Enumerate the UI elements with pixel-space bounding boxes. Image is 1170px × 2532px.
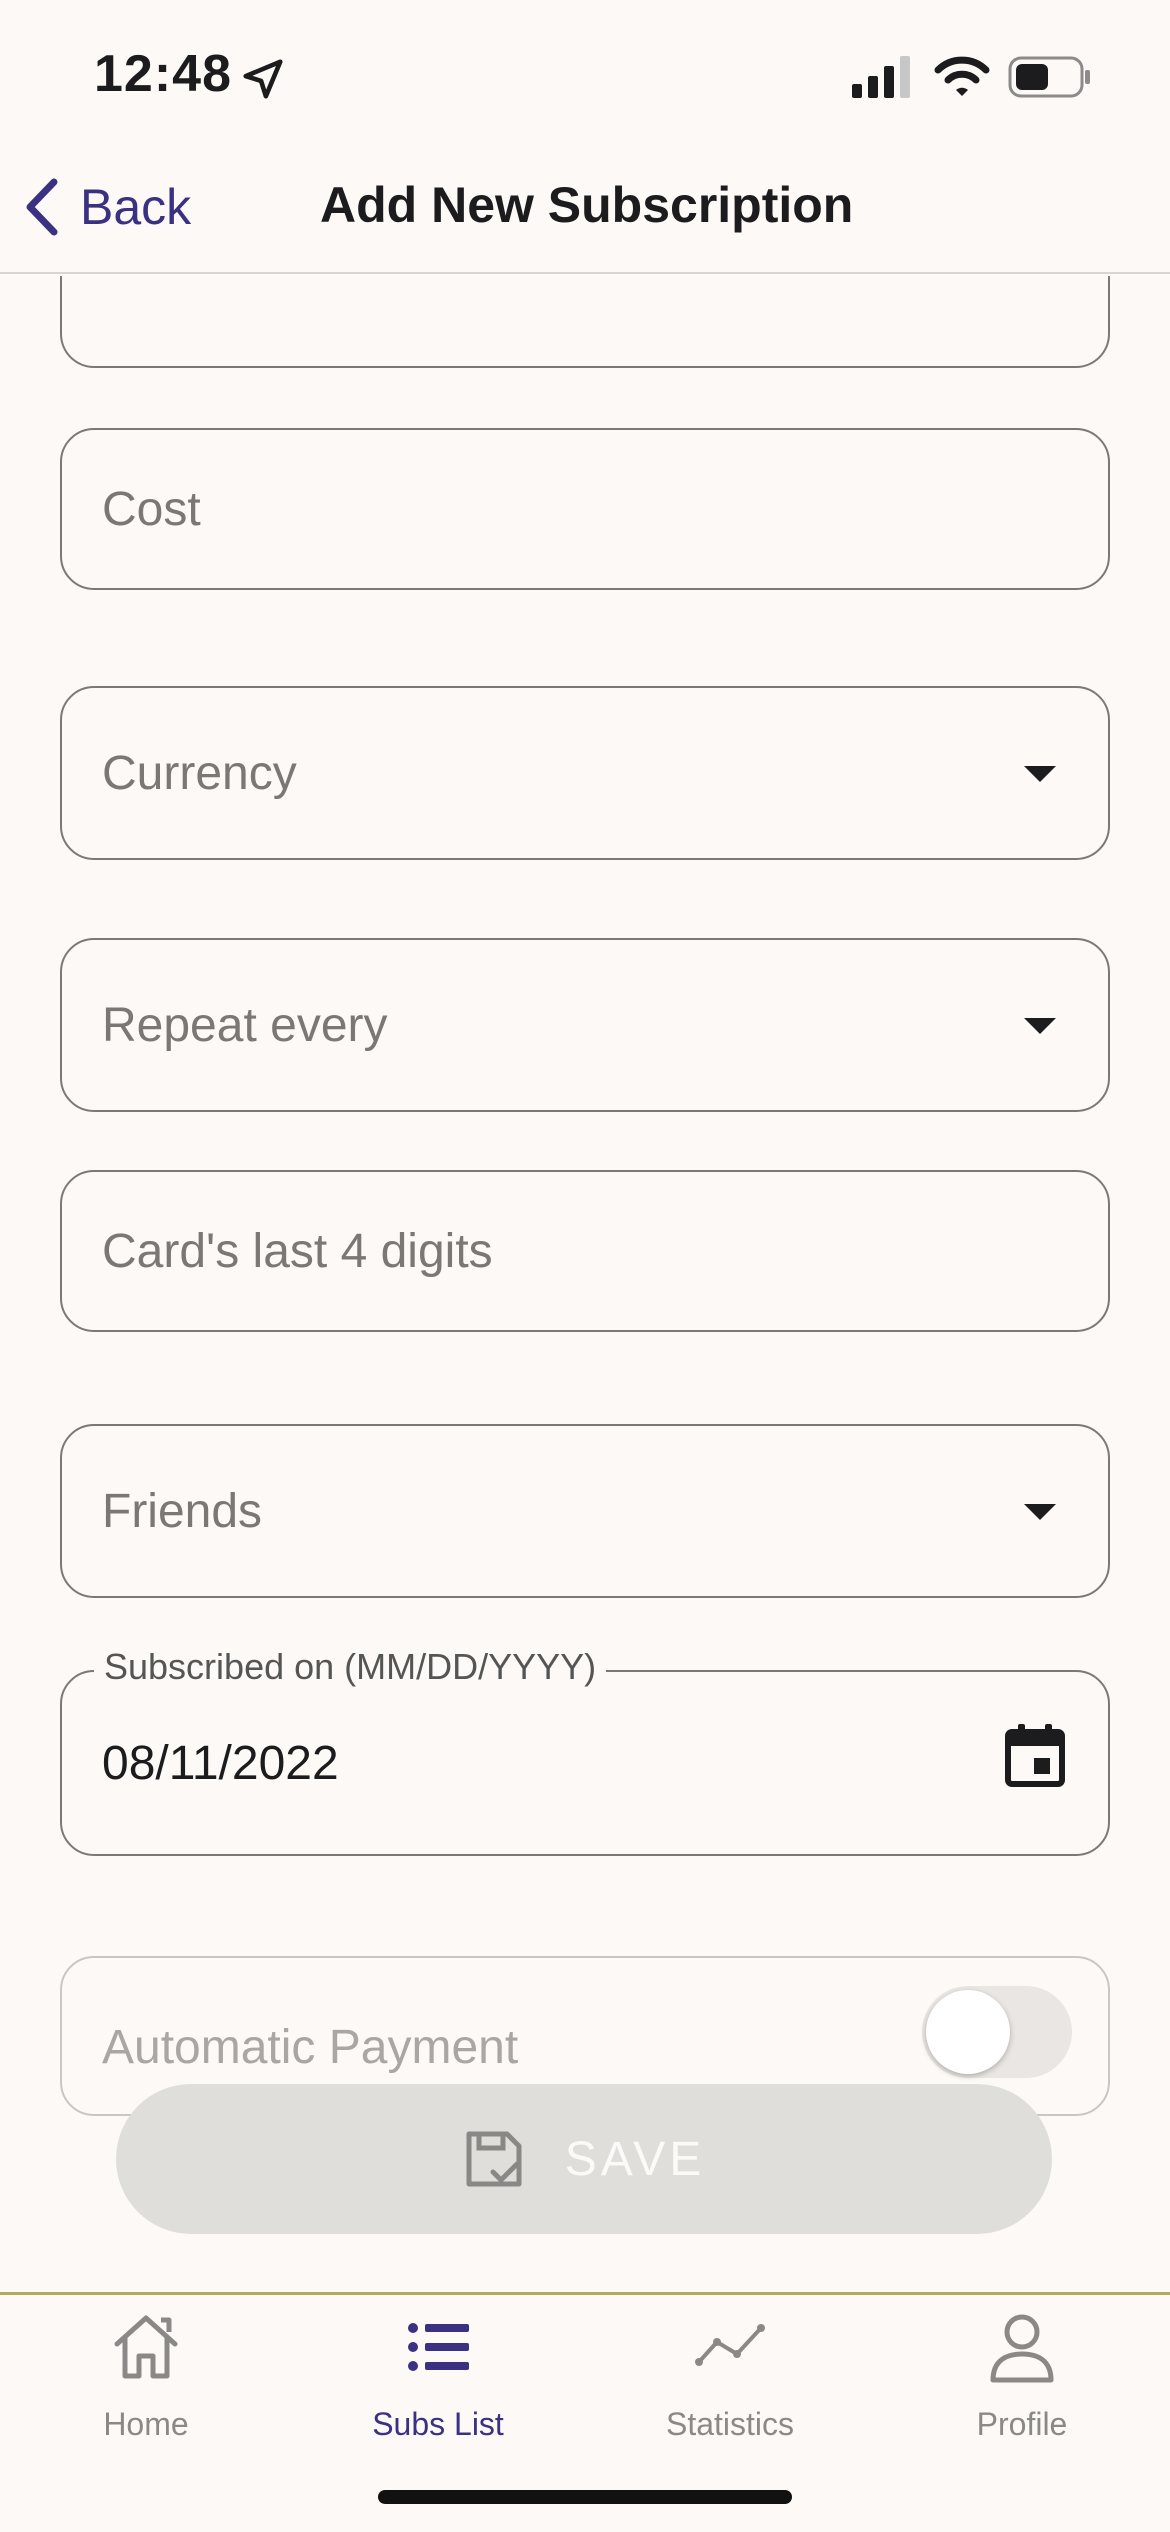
tab-profile[interactable]: Profile — [876, 2310, 1168, 2450]
tab-home-label: Home — [103, 2406, 189, 2442]
dropdown-arrow-icon — [1024, 766, 1056, 782]
automatic-payment-label: Automatic Payment — [102, 2021, 519, 2074]
repeat-every-select[interactable]: Repeat every — [60, 938, 1110, 1112]
cost-input[interactable]: Cost — [60, 428, 1110, 590]
list-icon — [408, 2323, 469, 2371]
tab-subs-list-label: Subs List — [372, 2406, 504, 2442]
currency-select[interactable]: Currency — [60, 686, 1110, 860]
calendar-icon[interactable] — [1004, 1722, 1066, 1788]
tab-home[interactable]: Home — [0, 2310, 292, 2450]
friends-select[interactable]: Friends — [60, 1424, 1110, 1598]
wifi-icon — [934, 56, 990, 96]
dropdown-arrow-icon — [1024, 1018, 1056, 1034]
status-time: 12:48 — [94, 45, 232, 103]
back-label: Back — [80, 179, 192, 235]
save-button[interactable]: SAVE — [116, 2084, 1052, 2234]
tab-profile-label: Profile — [976, 2406, 1068, 2442]
friends-placeholder: Friends — [102, 1485, 263, 1538]
back-button[interactable]: Back — [22, 172, 191, 242]
profile-icon — [990, 2314, 1054, 2383]
page-title: Add New Subscription — [320, 177, 854, 233]
tab-statistics[interactable]: Statistics — [584, 2310, 876, 2450]
tab-subs-list[interactable]: Subs List — [292, 2310, 584, 2450]
battery-icon — [1008, 56, 1090, 98]
home-icon — [114, 2315, 178, 2379]
tab-bar-divider — [0, 2292, 1170, 2295]
category-field[interactable] — [60, 276, 1110, 368]
currency-placeholder: Currency — [102, 747, 297, 800]
automatic-payment-toggle[interactable] — [922, 1986, 1072, 2078]
card-digits-input[interactable]: Card's last 4 digits — [60, 1170, 1110, 1332]
repeat-placeholder: Repeat every — [102, 999, 388, 1052]
toggle-knob — [926, 1990, 1010, 2074]
subscribed-date-field[interactable]: Subscribed on (MM/DD/YYYY) 08/11/2022 — [60, 1646, 1110, 1856]
subscribed-date-label: Subscribed on (MM/DD/YYYY) — [94, 1646, 607, 1688]
location-arrow-icon — [243, 59, 283, 99]
tab-statistics-label: Statistics — [665, 2406, 795, 2442]
card-placeholder: Card's last 4 digits — [102, 1225, 493, 1278]
chevron-left-icon — [26, 178, 58, 236]
save-icon — [466, 2131, 522, 2187]
dropdown-arrow-icon — [1024, 1504, 1056, 1520]
nav-divider — [0, 272, 1170, 274]
cellular-signal-icon — [852, 56, 910, 98]
home-indicator — [378, 2490, 792, 2504]
subscribed-date-value: 08/11/2022 — [102, 1737, 339, 1790]
statistics-icon — [695, 2324, 765, 2366]
save-label: SAVE — [564, 2132, 706, 2186]
cost-placeholder: Cost — [102, 483, 201, 536]
